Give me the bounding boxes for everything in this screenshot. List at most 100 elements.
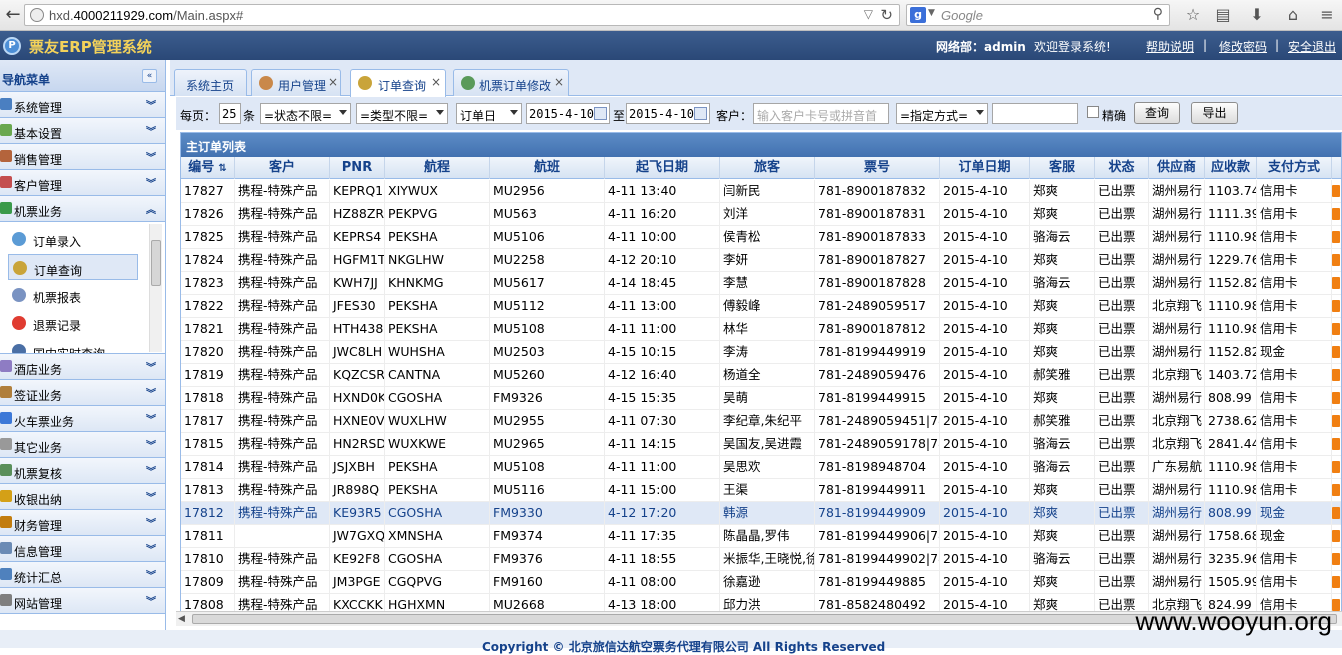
table-row[interactable]: 17820 携程-特殊产品 JWC8LH WUHSHA MU2503 4-15 10:15… [181, 341, 1341, 364]
sidebar-item[interactable]: 销售管理 ︾ [0, 144, 165, 170]
submenu-item[interactable]: 机票报表 [8, 282, 138, 308]
chevron-down-icon[interactable]: ︾ [146, 593, 156, 608]
tab-user-management[interactable]: 用户管理 × [251, 69, 341, 96]
chevron-down-icon[interactable]: ︾ [146, 175, 156, 190]
sidebar-item[interactable]: 财务管理 ︾ [0, 510, 165, 536]
logout-link[interactable]: 安全退出 [1288, 38, 1336, 55]
row-action-icon[interactable] [1332, 438, 1340, 450]
column-header[interactable]: 订单日期 [940, 157, 1030, 179]
row-action-icon[interactable] [1332, 323, 1340, 335]
reload-icon[interactable]: ↻ [880, 6, 893, 24]
tab-order-query[interactable]: 订单查询 × [350, 69, 446, 97]
row-action-icon[interactable] [1332, 346, 1340, 358]
chevron-down-icon[interactable]: ︾ [146, 515, 156, 530]
row-action-icon[interactable] [1332, 530, 1340, 542]
search-box[interactable]: g ▼ Google ⚲ [906, 4, 1170, 26]
row-action-icon[interactable] [1332, 185, 1340, 197]
search-engine-icon[interactable]: g [910, 7, 926, 23]
table-row[interactable]: 17818 携程-特殊产品 HXND0K CGOSHA FM9326 4-15 15:35… [181, 387, 1341, 410]
chevron-down-icon[interactable]: ︾ [146, 359, 156, 374]
sidebar-item[interactable]: 酒店业务 ︾ [0, 354, 165, 380]
chevron-down-icon[interactable]: ︾ [146, 541, 156, 556]
row-action-icon[interactable] [1332, 277, 1340, 289]
table-row[interactable]: 17809 携程-特殊产品 JM3PGE CGQPVG FM9160 4-11 08:00… [181, 571, 1341, 594]
scroll-left-icon[interactable]: ◀ [178, 614, 185, 624]
row-action-icon[interactable] [1332, 300, 1340, 312]
column-header[interactable]: PNR [330, 157, 385, 179]
sort-icon[interactable]: ⇅ [218, 163, 226, 174]
submenu-item[interactable]: 订单查询 [8, 254, 138, 280]
table-row[interactable]: 17822 携程-特殊产品 JFES30 PEKSHA MU5112 4-11 13:00… [181, 295, 1341, 318]
column-header[interactable]: 航程 [385, 157, 490, 179]
download-icon[interactable]: ⬇ [1245, 4, 1269, 26]
sidebar-item[interactable]: 统计汇总 ︾ [0, 562, 165, 588]
sidebar-item[interactable]: 网站管理 ︾ [0, 588, 165, 614]
chevron-down-icon[interactable]: ︾ [146, 123, 156, 138]
row-action-icon[interactable] [1332, 392, 1340, 404]
table-row[interactable]: 17810 携程-特殊产品 KE92F8 CGOSHA FM9376 4-11 18:55… [181, 548, 1341, 571]
chevron-down-icon[interactable]: ︾ [146, 437, 156, 452]
column-header[interactable]: 票号 [815, 157, 940, 179]
chevron-down-icon[interactable]: ︾ [146, 567, 156, 582]
tab-close-icon[interactable]: × [554, 75, 564, 89]
method-value-input[interactable] [992, 103, 1078, 124]
column-header[interactable]: 支付方式 [1257, 157, 1332, 179]
table-row[interactable]: 17817 携程-特殊产品 HXNE0V WUXLHW MU2955 4-11 07:30… [181, 410, 1341, 433]
collapse-sidebar-icon[interactable]: « [142, 69, 157, 83]
search-engine-dropdown-icon[interactable]: ▼ [928, 8, 935, 18]
date-type-select[interactable]: 订单日 [456, 103, 522, 124]
column-header[interactable]: 供应商 [1149, 157, 1205, 179]
table-row[interactable]: 17823 携程-特殊产品 KWH7JJ KHNKMG MU5617 4-14 18:45… [181, 272, 1341, 295]
chevron-down-icon[interactable]: ︾ [146, 463, 156, 478]
column-header[interactable]: 旅客 [720, 157, 815, 179]
bookmarks-list-icon[interactable]: ▤ [1211, 4, 1235, 26]
row-action-icon[interactable] [1332, 231, 1340, 243]
help-link[interactable]: 帮助说明 [1146, 38, 1194, 55]
column-header[interactable]: 客户 [235, 157, 330, 179]
method-select[interactable]: =指定方式= [896, 103, 988, 124]
table-row[interactable]: 17811 JW7GXQ XMNSHA FM9374 4-11 17:35 陈晶晶,罗伟 7… [181, 525, 1341, 548]
type-select[interactable]: =类型不限= [356, 103, 448, 124]
submenu-item[interactable]: 订单录入 [8, 226, 138, 252]
column-header[interactable]: 编号 ⇅ [181, 157, 235, 179]
row-action-icon[interactable] [1332, 415, 1340, 427]
column-header[interactable]: 客服 [1030, 157, 1095, 179]
chevron-up-icon[interactable]: ︽ [146, 201, 156, 216]
bookmark-star-icon[interactable]: ☆ [1181, 4, 1205, 26]
table-row[interactable]: 17825 携程-特殊产品 KEPRS4 PEKSHA MU5106 4-11 10:00… [181, 226, 1341, 249]
table-row[interactable]: 17815 携程-特殊产品 HN2RSD WUXKWE MU2965 4-11 14:15… [181, 433, 1341, 456]
table-row[interactable]: 17826 携程-特殊产品 HZ88ZR PEKPVG MU563 4-11 16:20 刘… [181, 203, 1341, 226]
chevron-down-icon[interactable]: ︾ [146, 149, 156, 164]
table-row[interactable]: 17819 携程-特殊产品 KQZCSR CANTNA MU5260 4-12 16:40… [181, 364, 1341, 387]
chevron-down-icon[interactable]: ︾ [146, 385, 156, 400]
sidebar-item[interactable]: 系统管理 ︾ [0, 92, 165, 118]
sidebar-item[interactable]: 其它业务 ︾ [0, 432, 165, 458]
table-row[interactable]: 17824 携程-特殊产品 HGFM1T NKGLHW MU2258 4-12 20:10… [181, 249, 1341, 272]
column-header[interactable]: 应收款 [1205, 157, 1257, 179]
row-action-icon[interactable] [1332, 461, 1340, 473]
submenu-scrollbar[interactable] [149, 224, 162, 352]
menu-icon[interactable]: ≡ [1315, 4, 1339, 26]
column-header[interactable]: 状态 [1095, 157, 1149, 179]
history-dropdown-icon[interactable]: ▽ [864, 7, 873, 21]
change-password-link[interactable]: 修改密码 [1219, 38, 1267, 55]
column-header[interactable]: 航班 [490, 157, 605, 179]
sidebar-item[interactable]: 签证业务 ︾ [0, 380, 165, 406]
chevron-down-icon[interactable]: ︾ [146, 489, 156, 504]
row-action-icon[interactable] [1332, 553, 1340, 565]
sidebar-item[interactable]: 收银出纳 ︾ [0, 484, 165, 510]
date-to-input[interactable]: 2015-4-10 [626, 103, 710, 124]
page-size-input[interactable]: 25 [219, 103, 241, 124]
tab-close-icon[interactable]: × [431, 75, 441, 89]
column-header[interactable]: 起飞日期 [605, 157, 720, 179]
row-action-icon[interactable] [1332, 369, 1340, 381]
submenu-item[interactable]: 国内实时查询 [8, 338, 138, 353]
submenu-item[interactable]: 退票记录 [8, 310, 138, 336]
sidebar-item[interactable]: 基本设置 ︾ [0, 118, 165, 144]
row-action-icon[interactable] [1332, 484, 1340, 496]
address-bar[interactable]: hxd.4000211929.com/Main.aspx# ▽ ↻ [24, 4, 900, 26]
table-row[interactable]: 17813 携程-特殊产品 JR898Q PEKSHA MU5116 4-11 15:00… [181, 479, 1341, 502]
customer-input[interactable]: 输入客户卡号或拼音首 [753, 103, 889, 124]
row-action-icon[interactable] [1332, 599, 1340, 611]
back-arrow-icon[interactable]: ← [2, 4, 24, 26]
